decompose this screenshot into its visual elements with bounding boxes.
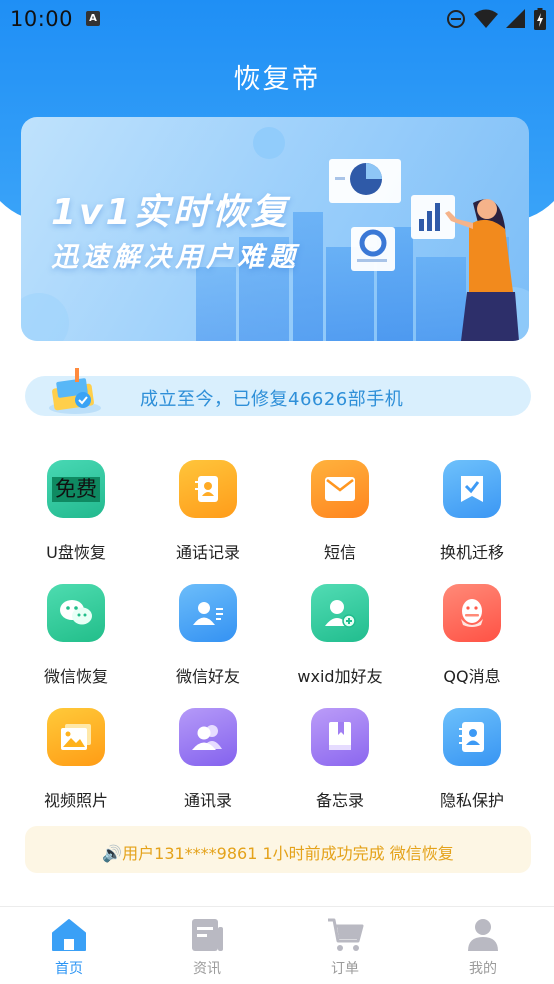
add-user-icon — [311, 584, 369, 642]
feature-video-photos[interactable]: 视频照片 — [10, 704, 142, 814]
envelope-icon — [311, 460, 369, 518]
wifi-icon — [474, 9, 498, 28]
memo-book-icon — [311, 708, 369, 766]
free-badge-icon: 免费 — [47, 460, 105, 518]
feature-label: QQ消息 — [443, 667, 501, 686]
photo-icon — [47, 708, 105, 766]
feature-privacy-protection[interactable]: 隐私保护 — [406, 704, 538, 814]
tab-news[interactable]: 资讯 — [138, 907, 276, 984]
feature-label: 隐私保护 — [439, 791, 504, 810]
promo-banner[interactable]: 1v1实时恢复 迅速解决用户难题 — [21, 117, 529, 341]
feature-qq-messages[interactable]: QQ消息 — [406, 580, 538, 690]
battery-icon — [534, 8, 546, 30]
phone-repair-icon — [49, 368, 101, 414]
feature-label: U盘恢复 — [46, 543, 106, 562]
feature-wechat-recovery[interactable]: 微信恢复 — [10, 580, 142, 690]
privacy-book-icon — [443, 708, 501, 766]
feature-label: 备忘录 — [315, 791, 364, 810]
profile-icon — [468, 919, 498, 951]
feature-u-disk-recovery[interactable]: 免费 U盘恢复 — [10, 456, 142, 566]
feature-label: 通话记录 — [175, 543, 240, 562]
home-icon — [52, 919, 86, 951]
wechat-icon — [47, 584, 105, 642]
a-badge-icon: A — [86, 11, 100, 26]
news-icon — [192, 919, 223, 951]
status-icons — [446, 8, 546, 30]
ticker-text: 🔊用户131****9861 1小时前成功完成 微信恢复 — [102, 844, 454, 863]
feature-memo[interactable]: 备忘录 — [274, 704, 406, 814]
feature-contacts[interactable]: 通讯录 — [142, 704, 274, 814]
tab-label: 订单 — [331, 961, 359, 977]
signal-icon — [506, 9, 525, 28]
feature-sms[interactable]: 短信 — [274, 456, 406, 566]
friend-card-icon — [179, 584, 237, 642]
dnd-icon — [447, 10, 465, 28]
repair-count-notice: 成立至今，已修复46626部手机 — [25, 368, 531, 416]
page-title: 恢复帝 — [233, 64, 321, 95]
feature-phone-migration[interactable]: 换机迁移 — [406, 456, 538, 566]
feature-label: wxid加好友 — [297, 667, 383, 686]
banner-headline: 1v1实时恢复 — [51, 192, 290, 233]
feature-label: 视频照片 — [43, 791, 108, 810]
bottom-tab-bar: 首页 资讯 订单 我的 — [0, 906, 554, 984]
tab-profile[interactable]: 我的 — [414, 907, 552, 984]
feature-label: 微信恢复 — [43, 667, 108, 686]
banner-subheadline: 迅速解决用户难题 — [51, 242, 299, 273]
feature-wechat-friends[interactable]: 微信好友 — [142, 580, 274, 690]
tab-label: 首页 — [55, 961, 83, 977]
success-ticker: 🔊用户131****9861 1小时前成功完成 微信恢复 — [25, 826, 531, 873]
notice-text: 成立至今，已修复46626部手机 — [140, 389, 404, 410]
group-users-icon — [179, 708, 237, 766]
feature-label: 短信 — [323, 543, 356, 562]
tab-home[interactable]: 首页 — [0, 907, 138, 984]
tab-label: 资讯 — [193, 961, 221, 977]
feature-label: 微信好友 — [175, 667, 240, 686]
feature-call-log[interactable]: 通话记录 — [142, 456, 274, 566]
feature-wxid-add-friend[interactable]: wxid加好友 — [274, 580, 406, 690]
feature-label: 通讯录 — [183, 791, 232, 810]
qq-penguin-icon — [443, 584, 501, 642]
tab-orders[interactable]: 订单 — [276, 907, 414, 984]
cart-icon — [328, 918, 364, 951]
status-time: 10:00 — [10, 7, 74, 31]
check-bookmark-icon — [443, 460, 501, 518]
feature-label: 换机迁移 — [439, 543, 504, 562]
contact-book-icon — [179, 460, 237, 518]
tab-label: 我的 — [469, 961, 497, 977]
status-bar: 10:00 A — [0, 0, 554, 38]
